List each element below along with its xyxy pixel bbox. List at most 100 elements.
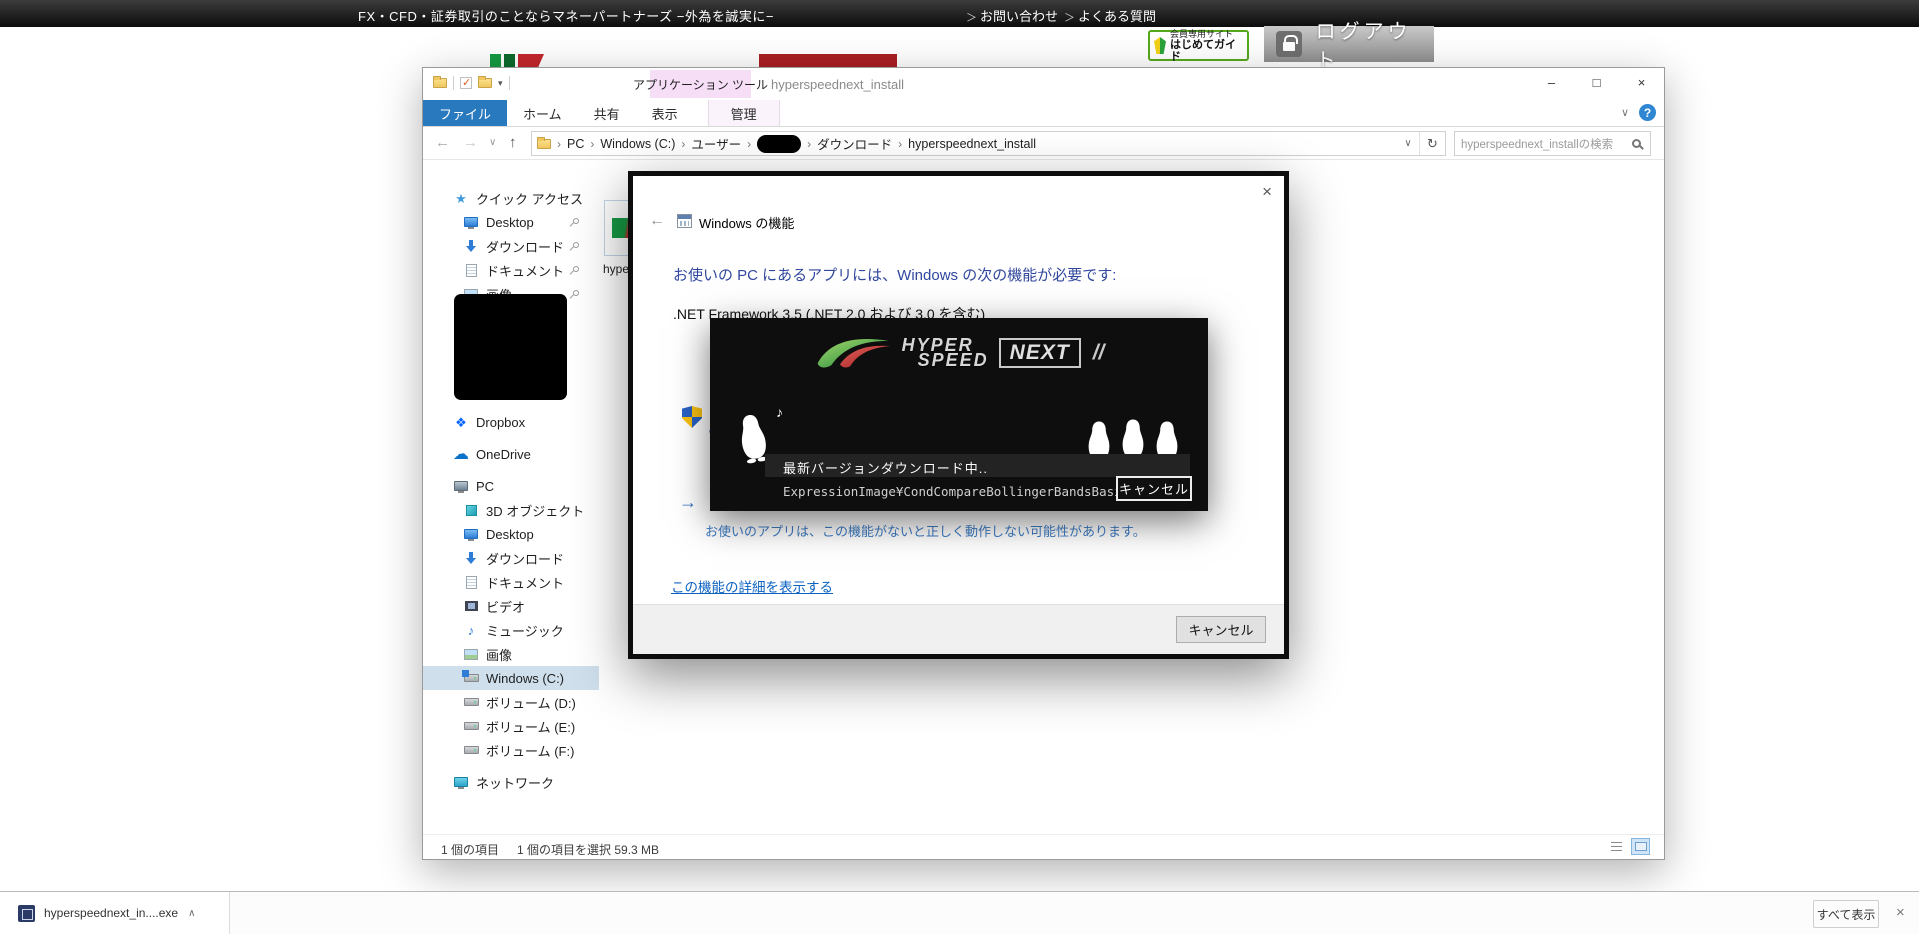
skip-option-note: お使いのアプリは、この機能がないと正しく動作しない可能性があります。 (705, 524, 1146, 539)
lock-icon (1276, 31, 1302, 57)
sidebar-item-Desktop[interactable]: Desktop (423, 522, 599, 546)
desktop-icon (461, 529, 481, 541)
sidebar-item-ミュージック[interactable]: ♪ ミュージック (423, 618, 599, 642)
exe-file-icon (18, 904, 35, 922)
history-dropdown-icon[interactable]: ∨ (489, 137, 496, 148)
sidebar-item-ドキュメント[interactable]: ドキュメント (423, 570, 599, 594)
sidebar-item-label: Dropbox (476, 414, 526, 430)
properties-icon[interactable] (460, 76, 472, 89)
skip-arrow-icon: → (679, 492, 697, 512)
ribbon-tab-管理[interactable]: 管理 (707, 100, 780, 126)
show-all-downloads-button[interactable]: すべて表示 (1813, 900, 1879, 928)
sidebar-item-Windows (C:)[interactable]: Windows (C:) (423, 666, 599, 690)
sidebar-item-label: 3D オブジェクト (486, 503, 585, 519)
download-icon (461, 239, 481, 253)
maximize-button[interactable]: □ (1574, 68, 1619, 97)
address-bar: ← → ∨ ↑ › PC › Windows (C:) › ユーザー › › ダウンロード › hy… (423, 127, 1664, 160)
downloading-file-path: ExpressionImage¥CondCompareBollingerBand… (783, 484, 1167, 499)
folder-icon[interactable] (433, 76, 447, 88)
forward-icon[interactable]: → (463, 134, 478, 151)
breadcrumb: › PC › Windows (C:) › ユーザー › › ダウンロード › hyperspeed… (532, 134, 1397, 153)
back-icon[interactable]: ← (435, 134, 450, 151)
sidebar-item-OneDrive[interactable]: ☁ OneDrive (423, 442, 599, 466)
search-input[interactable]: hyperspeednext_installの検索 (1454, 131, 1651, 156)
sidebar-item-PC[interactable]: PC (423, 474, 599, 498)
breadcrumb-separator-icon: › (807, 136, 812, 151)
logo-speed-text: SPEED (917, 350, 989, 370)
navigation-pane: ★ クイック アクセス Desktop ダウンロードドキュメント画像 ❖ Dropbox ☁… (423, 160, 599, 834)
sidebar-item-label: Desktop (486, 526, 534, 542)
downloaded-file-chip[interactable]: hyperspeednext_in....exe ∧ (0, 892, 230, 934)
sidebar-item-ボリューム (D:)[interactable]: ボリューム (D:) (423, 690, 599, 714)
ribbon-tab-共有[interactable]: 共有 (578, 100, 636, 126)
faq-link[interactable]: ＞よくある質問 (1064, 6, 1156, 25)
document-icon (461, 263, 481, 277)
up-icon[interactable]: ↑ (509, 134, 517, 151)
sidebar-item-クイック アクセス[interactable]: ★ クイック アクセス (423, 186, 599, 210)
sidebar-item-ボリューム (E:)[interactable]: ボリューム (E:) (423, 714, 599, 738)
cancel-button[interactable]: キャンセル (1176, 616, 1266, 643)
sidebar-item-label: OneDrive (476, 446, 531, 462)
quick-access-toolbar: ▾ (433, 76, 510, 90)
sidebar-item-画像[interactable]: 画像 (423, 642, 599, 666)
dialog-footer: キャンセル (633, 604, 1284, 654)
breadcrumb-segment[interactable]: ユーザー (691, 134, 741, 153)
search-placeholder: hyperspeednext_installの検索 (1461, 138, 1614, 151)
music-icon: ♪ (467, 622, 475, 638)
sidebar-item-Dropbox[interactable]: ❖ Dropbox (423, 410, 599, 434)
sidebar-item-ボリューム (F:)[interactable]: ボリューム (F:) (423, 738, 599, 762)
download-bar: hyperspeednext_in....exe ∧ すべて表示 × (0, 891, 1919, 934)
feature-details-link[interactable]: この機能の詳細を表示する (671, 576, 833, 596)
sidebar-item-Desktop[interactable]: Desktop (423, 210, 599, 234)
breadcrumb-field[interactable]: › PC › Windows (C:) › ユーザー › › ダウンロード › hyperspeed… (531, 131, 1446, 156)
expand-ribbon-icon[interactable]: ∨ (1621, 106, 1629, 119)
breadcrumb-segment[interactable]: PC (567, 137, 584, 151)
ribbon-tab-表示[interactable]: 表示 (636, 100, 694, 126)
chevron-right-icon: ＞ (966, 12, 977, 24)
refresh-icon[interactable]: ↻ (1419, 132, 1445, 155)
chevron-up-icon[interactable]: ∧ (188, 908, 195, 919)
installer-cancel-button[interactable]: キャンセル (1116, 476, 1192, 501)
network-icon (451, 777, 471, 789)
new-folder-icon[interactable] (478, 76, 492, 88)
contact-link[interactable]: ＞お問い合わせ (966, 6, 1058, 25)
breadcrumb-segment[interactable]: ダウンロード (817, 134, 892, 153)
close-button[interactable]: × (1619, 68, 1664, 97)
customize-toolbar-icon[interactable]: ▾ (498, 78, 503, 88)
ribbon-tab-ホーム[interactable]: ホーム (507, 100, 578, 126)
address-dropdown-icon[interactable]: ∨ (1397, 138, 1419, 149)
sidebar-item-ビデオ[interactable]: ビデオ (423, 594, 599, 618)
breadcrumb-segment[interactable]: Windows (C:) (600, 137, 675, 151)
hyperspeed-logo-swoosh (817, 339, 890, 368)
details-view-button[interactable] (1607, 838, 1626, 855)
downloaded-filename: hyperspeednext_in....exe (44, 906, 179, 920)
beginner-guide-badge[interactable]: 会員専用サイト はじめてガイド (1148, 29, 1249, 63)
back-icon[interactable]: ← (649, 212, 665, 230)
site-banner-fragment (759, 54, 897, 68)
minimize-button[interactable]: – (1529, 68, 1574, 97)
sidebar-item-ダウンロード[interactable]: ダウンロード (423, 546, 599, 570)
help-icon[interactable]: ? (1639, 104, 1656, 121)
breadcrumb-separator-icon: › (898, 136, 903, 151)
sidebar-item-label: Desktop (486, 214, 534, 230)
item-count: 1 個の項目 (441, 843, 500, 857)
sidebar-item-ドキュメント[interactable]: ドキュメント (423, 258, 599, 282)
ribbon-tabs: ファイル ホーム 共有 表示 管理 (423, 100, 1664, 127)
list-view-icon (1611, 842, 1622, 851)
close-download-bar-icon[interactable]: × (1896, 904, 1905, 921)
download-status-text: 最新バージョンダウンロード中.. (783, 461, 988, 476)
thumbnail-view-button[interactable] (1631, 838, 1650, 855)
sidebar-item-label: ダウンロード (486, 239, 565, 255)
ribbon-tab-ファイル[interactable]: ファイル (423, 100, 508, 126)
close-icon[interactable]: × (1262, 182, 1272, 202)
breadcrumb-segment[interactable]: hyperspeednext_install (908, 137, 1036, 151)
dropbox-icon: ❖ (455, 414, 467, 430)
logout-button[interactable]: ログアウト (1264, 21, 1434, 72)
sidebar-item-3D オブジェクト[interactable]: 3D オブジェクト (423, 498, 599, 522)
site-top-bar: FX・CFD・証券取引のことならマネーパートナーズ −外為を誠実に− ＞お問い合… (0, 0, 1919, 27)
sidebar-item-label: Windows (C:) (486, 670, 565, 686)
sidebar-item-ネットワーク[interactable]: ネットワーク (423, 770, 599, 794)
document-icon (461, 575, 481, 589)
pin-icon (571, 288, 581, 298)
sidebar-item-ダウンロード[interactable]: ダウンロード (423, 234, 599, 258)
